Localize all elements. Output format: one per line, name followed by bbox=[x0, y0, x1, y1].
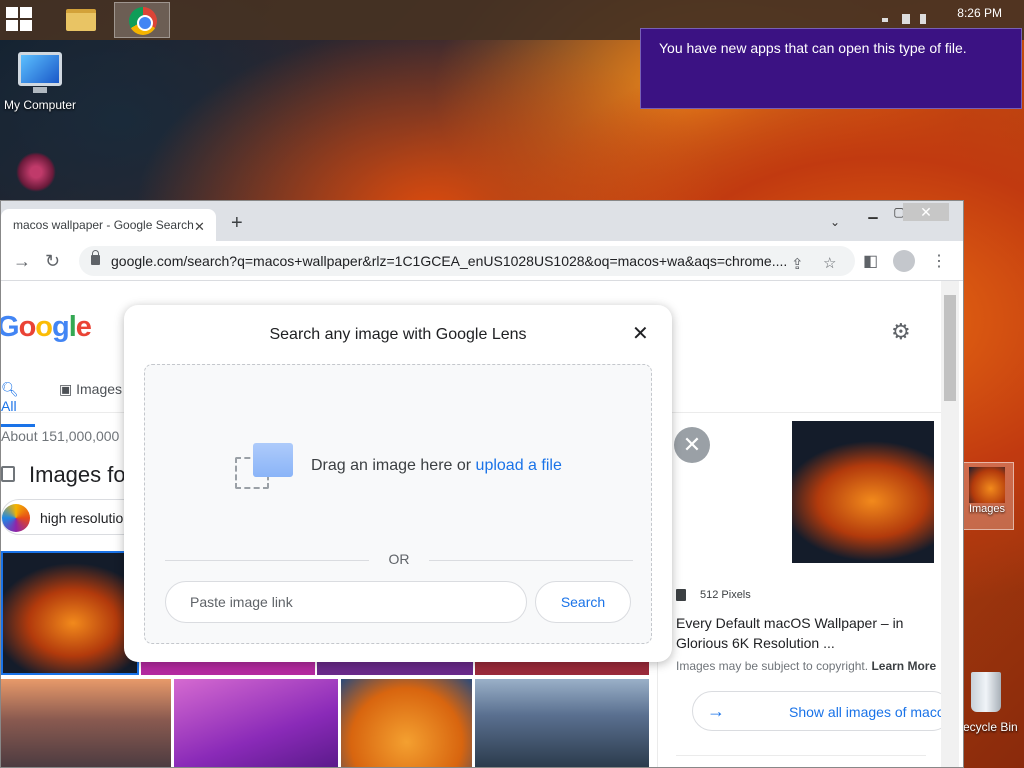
images-section-icon bbox=[1, 466, 15, 482]
image-result[interactable] bbox=[141, 661, 315, 675]
desktop-icon-my-computer[interactable]: My Computer bbox=[2, 52, 78, 112]
image-result[interactable] bbox=[475, 679, 649, 767]
address-bar[interactable]: google.com/search?q=macos+wallpaper&rlz=… bbox=[79, 246, 855, 276]
source-site[interactable]: 512 Pixels bbox=[700, 589, 751, 601]
image-preview-panel: ✕ 512 Pixels Every Default macOS Wallpap… bbox=[657, 413, 941, 767]
picture-icon bbox=[253, 443, 293, 477]
page-scrollbar[interactable] bbox=[941, 281, 959, 767]
close-window-button[interactable]: ✕ bbox=[903, 203, 949, 221]
taskbar-chrome[interactable] bbox=[114, 2, 170, 38]
show-hidden-icons-icon[interactable] bbox=[882, 18, 888, 22]
start-button[interactable] bbox=[6, 7, 34, 33]
desktop-icon-images[interactable]: Images bbox=[960, 462, 1014, 530]
close-preview-icon[interactable]: ✕ bbox=[674, 427, 710, 463]
image-result[interactable] bbox=[1, 679, 171, 767]
tab-close-icon[interactable]: ✕ bbox=[194, 219, 205, 235]
url-text: google.com/search?q=macos+wallpaper&rlz=… bbox=[111, 253, 788, 269]
logo-letter: l bbox=[68, 311, 77, 343]
image-result[interactable] bbox=[475, 661, 649, 675]
search-icon: 🔍︎ bbox=[1, 381, 19, 397]
logo-letter: o bbox=[35, 311, 53, 343]
volume-icon[interactable] bbox=[920, 14, 926, 24]
image-icon: ▣ bbox=[59, 381, 73, 397]
folder-icon bbox=[66, 9, 96, 31]
upload-file-link[interactable]: upload a file bbox=[476, 457, 562, 474]
menu-kebab-icon[interactable]: ⋮ bbox=[931, 251, 947, 271]
windows-logo-icon-part bbox=[20, 20, 32, 31]
lens-title: Search any image with Google Lens bbox=[269, 326, 527, 343]
logo-letter: g bbox=[52, 311, 70, 343]
google-lens-dialog: Search any image with Google Lens ✕ Drag… bbox=[124, 305, 672, 662]
drag-text: Drag an image here or bbox=[311, 457, 472, 474]
desktop-icon-shortcut[interactable] bbox=[16, 152, 60, 198]
scrollbar-thumb[interactable] bbox=[944, 295, 956, 401]
desktop-icon-label: My Computer bbox=[3, 98, 77, 112]
chrome-icon bbox=[129, 7, 157, 35]
image-result[interactable] bbox=[341, 679, 472, 767]
recycle-bin-icon bbox=[971, 672, 1001, 712]
desktop-icon-label: Images bbox=[968, 503, 1006, 515]
windows-logo-icon-part bbox=[20, 7, 32, 18]
divider bbox=[676, 755, 926, 756]
copyright-text: Images may be subject to copyright. bbox=[676, 659, 869, 673]
image-thumbnail-icon bbox=[969, 467, 1005, 503]
windows-logo-icon-part bbox=[6, 20, 18, 31]
drop-instructions: Drag an image here or upload a file bbox=[311, 457, 562, 475]
notification-toast[interactable]: You have new apps that can open this typ… bbox=[640, 28, 1022, 109]
tab-strip: macos wallpaper - Google Search ✕ + ⌄ ▁ … bbox=[1, 201, 963, 241]
image-result[interactable] bbox=[174, 679, 338, 767]
logo-letter: e bbox=[75, 311, 92, 343]
image-upload-icon bbox=[235, 443, 293, 489]
clock[interactable]: 8:26 PM bbox=[957, 6, 1002, 20]
notification-text: You have new apps that can open this typ… bbox=[659, 40, 967, 56]
taskbar-file-explorer[interactable] bbox=[52, 2, 108, 38]
logo-letter: o bbox=[18, 311, 37, 343]
new-tab-button[interactable]: + bbox=[231, 213, 243, 233]
preview-image[interactable] bbox=[792, 421, 934, 563]
network-icon[interactable] bbox=[902, 14, 910, 24]
image-result[interactable] bbox=[317, 661, 473, 675]
settings-gear-icon[interactable]: ⚙ bbox=[891, 319, 911, 345]
side-panel-icon[interactable]: ◧ bbox=[863, 251, 878, 271]
tab-google-search[interactable]: macos wallpaper - Google Search ✕ bbox=[1, 209, 216, 241]
search-button[interactable]: Search bbox=[535, 581, 631, 623]
show-all-images-button[interactable]: → Show all images of macos bbox=[692, 691, 941, 731]
divider bbox=[429, 560, 633, 561]
close-dialog-icon[interactable]: ✕ bbox=[632, 321, 649, 346]
lock-icon bbox=[91, 250, 100, 265]
chip-label: high resolution bbox=[40, 510, 132, 526]
computer-icon bbox=[18, 52, 62, 93]
tab-images[interactable]: ▣ Images bbox=[59, 381, 129, 398]
refine-chip[interactable]: high resolution bbox=[1, 499, 141, 535]
minimize-button[interactable]: ▁ bbox=[859, 205, 887, 221]
app-shortcut-icon bbox=[16, 152, 56, 192]
or-separator: OR bbox=[388, 551, 410, 567]
tab-title: macos wallpaper - Google Search bbox=[13, 218, 194, 232]
logo-letter: G bbox=[1, 311, 20, 343]
image-drop-zone[interactable]: Drag an image here or upload a file OR P… bbox=[144, 364, 652, 644]
image-link-input[interactable]: Paste image link bbox=[165, 581, 527, 623]
share-icon[interactable]: ⇪ bbox=[791, 255, 804, 273]
browser-toolbar: → ↻ google.com/search?q=macos+wallpaper&… bbox=[1, 241, 963, 281]
chip-thumbnail bbox=[2, 504, 30, 532]
show-all-label: Show all images of macos bbox=[789, 704, 941, 720]
tab-label: Images bbox=[76, 381, 123, 397]
image-result[interactable] bbox=[1, 551, 139, 675]
google-logo[interactable]: Google bbox=[1, 311, 92, 344]
arrow-right-icon: → bbox=[707, 701, 725, 721]
site-favicon-icon bbox=[676, 589, 686, 601]
reload-icon[interactable]: ↻ bbox=[45, 251, 60, 272]
bookmark-star-icon[interactable]: ☆ bbox=[823, 254, 836, 272]
profile-avatar-icon[interactable] bbox=[893, 250, 915, 272]
copyright-note: Images may be subject to copyright. Lear… bbox=[676, 659, 936, 673]
forward-icon[interactable]: → bbox=[13, 251, 31, 272]
windows-logo-icon bbox=[6, 7, 18, 18]
preview-title[interactable]: Every Default macOS Wallpaper – in Glori… bbox=[676, 613, 940, 653]
tab-search-icon[interactable]: ⌄ bbox=[821, 215, 849, 231]
learn-more-link[interactable]: Learn More bbox=[871, 659, 936, 673]
tab-all[interactable]: 🔍︎ All bbox=[1, 381, 35, 427]
